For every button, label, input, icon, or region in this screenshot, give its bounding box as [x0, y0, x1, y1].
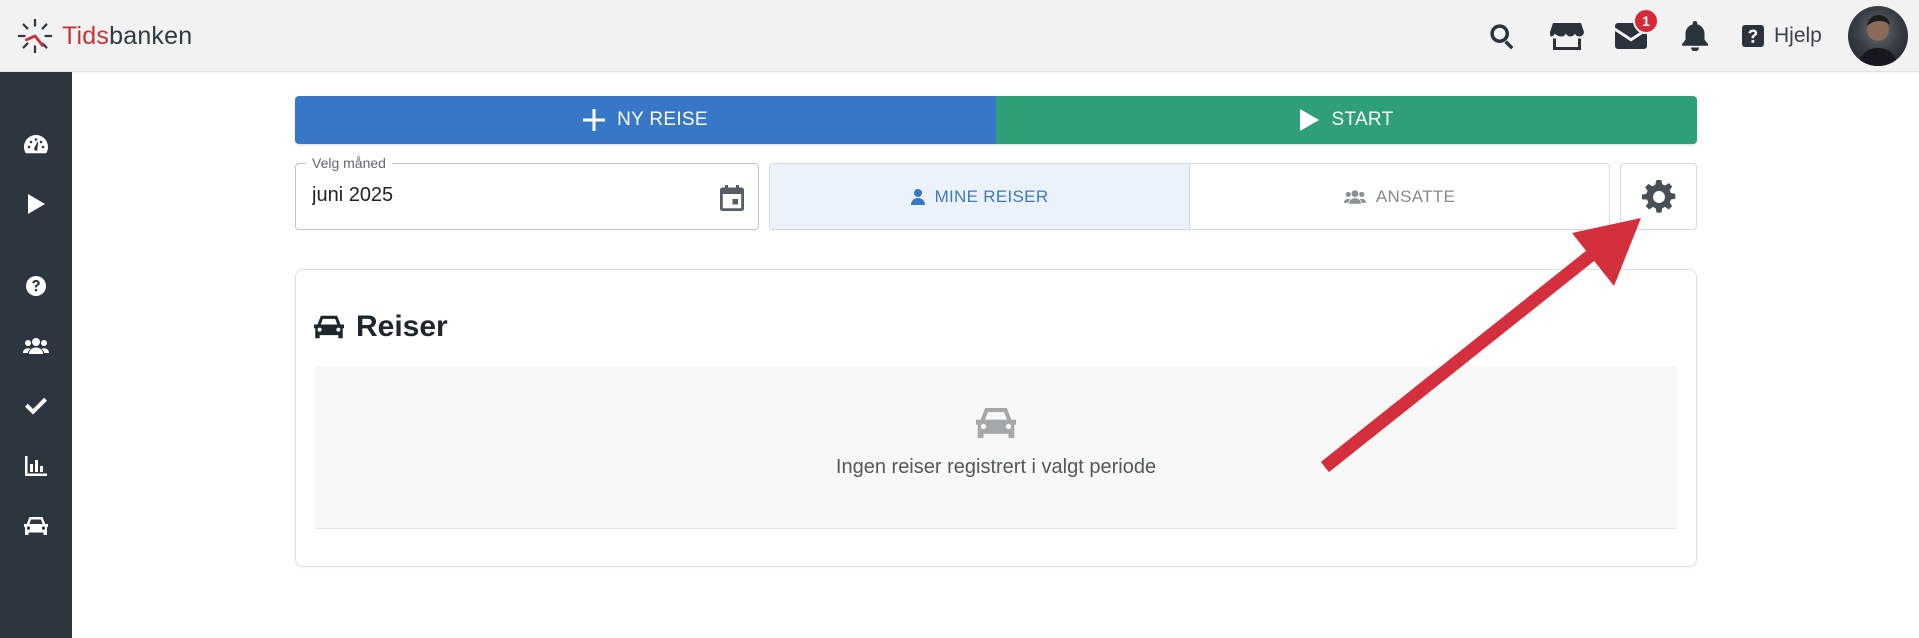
sidebar-item-help[interactable] [18, 268, 54, 304]
month-picker-label: Velg måned [306, 155, 392, 171]
sidebar-item-play[interactable] [18, 186, 54, 222]
empty-state: Ingen reiser registrert i valgt periode [315, 366, 1677, 529]
logo-text: Tidsbanken [62, 22, 192, 51]
search-icon[interactable] [1484, 18, 1520, 54]
logo-clock-icon [17, 18, 53, 54]
trip-view-tabs: MINE REISER ANSATTE [769, 163, 1610, 230]
sidebar-item-travel[interactable] [18, 508, 54, 544]
chart-icon [25, 456, 47, 476]
car-icon [314, 315, 344, 339]
mail-icon[interactable]: 1 [1613, 8, 1659, 54]
tab-mine-reiser-label: MINE REISER [934, 186, 1049, 206]
dashboard-icon [24, 135, 48, 154]
tidsbanken-logo[interactable]: Tidsbanken [16, 16, 192, 56]
settings-button[interactable] [1620, 163, 1697, 230]
check-icon [25, 397, 47, 415]
trips-card: Reiser Ingen reiser registrert i valgt p… [295, 269, 1697, 567]
help-label: Hjelp [1774, 24, 1822, 47]
sidebar-item-dashboard[interactable] [18, 126, 54, 162]
plus-icon [583, 109, 606, 131]
help-link[interactable]: Hjelp [1742, 20, 1822, 52]
help-square-icon [1742, 25, 1764, 47]
calendar-icon[interactable] [718, 184, 746, 212]
start-button[interactable]: START [996, 96, 1697, 144]
store-icon[interactable] [1549, 18, 1585, 54]
tab-ansatte-label: ANSATTE [1375, 186, 1456, 206]
avatar[interactable] [1848, 6, 1908, 66]
play-icon [28, 194, 45, 214]
start-label: START [1331, 109, 1394, 130]
logo-text-part1: Tids [62, 21, 110, 50]
user-icon [910, 188, 925, 205]
bell-icon[interactable] [1677, 18, 1713, 54]
month-picker[interactable]: Velg måned [295, 155, 759, 230]
users-icon [23, 338, 49, 354]
empty-state-text: Ingen reiser registrert i valgt periode [835, 456, 1157, 478]
sidebar-item-reports[interactable] [18, 448, 54, 484]
new-trip-button[interactable]: NY REISE [295, 96, 996, 144]
car-icon [975, 402, 1017, 444]
logo-text-part2: banken [109, 21, 193, 50]
sidebar-item-approve[interactable] [18, 388, 54, 424]
month-input[interactable] [312, 184, 692, 207]
tab-mine-reiser[interactable]: MINE REISER [770, 164, 1190, 229]
sidebar [0, 72, 72, 638]
user-photo-icon [1858, 15, 1898, 66]
users-icon [1343, 189, 1366, 204]
top-header: Tidsbanken 1 Hjelp [0, 0, 1919, 72]
play-icon [1300, 109, 1320, 131]
sidebar-item-users[interactable] [18, 328, 54, 364]
car-icon [24, 517, 48, 535]
tab-ansatte[interactable]: ANSATTE [1190, 164, 1609, 229]
card-title: Reiser [356, 310, 448, 343]
mail-badge: 1 [1633, 8, 1659, 34]
card-header: Reiser [314, 310, 448, 344]
action-buttons: NY REISE START [295, 96, 1697, 144]
help-circle-icon [26, 276, 46, 296]
gear-icon [1641, 179, 1675, 213]
new-trip-label: NY REISE [617, 109, 708, 130]
